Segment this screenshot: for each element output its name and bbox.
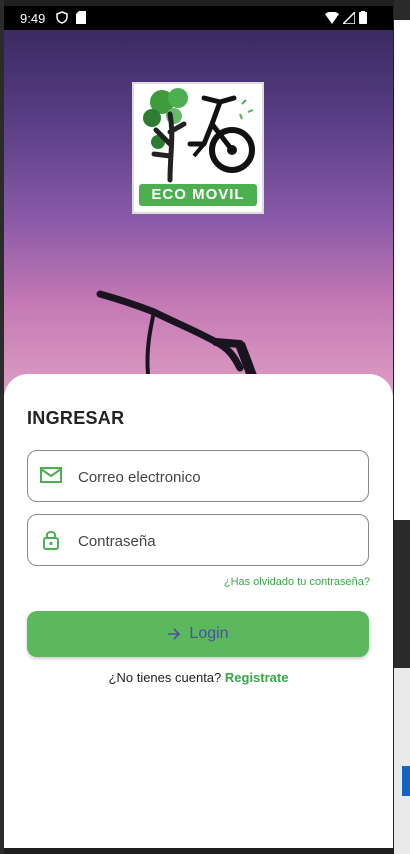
logo-text: ECO MOVIL	[139, 184, 257, 206]
forgot-password-link[interactable]: ¿Has olvidado tu contraseña?	[224, 576, 370, 588]
status-time: 9:49	[20, 11, 46, 26]
signal-icon	[343, 11, 355, 24]
lock-icon	[43, 531, 59, 550]
mail-icon	[40, 467, 62, 483]
background-panel	[394, 20, 410, 520]
password-input[interactable]	[76, 527, 360, 555]
register-link[interactable]: Registrate	[225, 670, 289, 685]
login-card: INGRESAR ¿Has olvidado tu contraseña? Lo…	[4, 374, 393, 848]
tree-bicycle-illustration	[143, 88, 255, 183]
sd-card-icon	[76, 11, 86, 24]
hero-background: ECO MOVIL	[4, 30, 393, 410]
login-button-label: Login	[189, 625, 229, 642]
arrow-right-icon	[168, 628, 181, 640]
wifi-icon	[325, 11, 339, 24]
phone-screen: 9:49 ECO MOVIL INGRESAR Correo electroni…	[4, 6, 393, 848]
background-button	[402, 766, 410, 796]
email-input[interactable]	[76, 463, 360, 491]
email-field[interactable]	[27, 450, 369, 502]
password-field[interactable]	[27, 514, 369, 566]
background-dialog	[394, 668, 410, 854]
status-bar: 9:49	[4, 6, 393, 30]
eco-movil-logo: ECO MOVIL	[132, 82, 264, 214]
battery-icon	[359, 11, 367, 24]
login-button[interactable]: Login	[27, 611, 369, 657]
login-title: INGRESAR	[27, 408, 125, 428]
register-prompt: ¿No tienes cuenta? Registrate	[4, 670, 393, 685]
shield-icon	[56, 11, 68, 24]
no-account-text: ¿No tienes cuenta?	[108, 670, 222, 685]
